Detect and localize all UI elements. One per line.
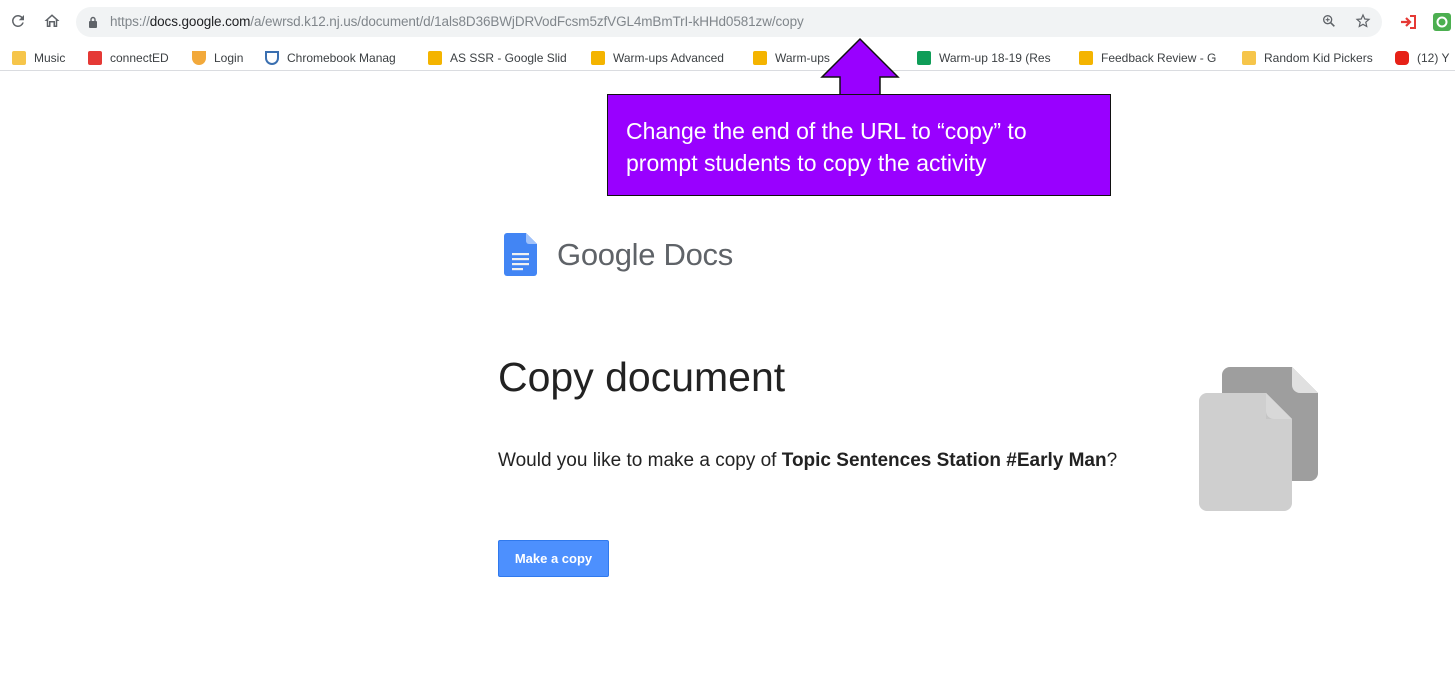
make-copy-button[interactable]: Make a copy xyxy=(498,540,609,577)
connected-icon xyxy=(88,51,102,65)
bookmark-item[interactable]: AS SSR - Google Slid xyxy=(428,49,567,67)
callout-box: Change the end of the URL to “copy” to p… xyxy=(607,94,1111,196)
callout-text: Change the end of the URL to “copy” to p… xyxy=(626,118,1027,176)
google-docs-icon xyxy=(504,233,537,276)
slides-icon xyxy=(1079,51,1093,65)
shield-icon xyxy=(265,51,279,65)
bookmark-item[interactable]: (12) Y xyxy=(1395,49,1449,67)
page-title: Copy document xyxy=(498,354,786,400)
bookmarks-bar: Music connectED Login Chromebook Manag A… xyxy=(0,44,1455,71)
copy-prompt: Would you like to make a copy of Topic S… xyxy=(498,450,1118,471)
lock-icon xyxy=(89,16,97,28)
bookmark-item[interactable]: Random Kid Pickers xyxy=(1242,49,1373,67)
bookmark-item[interactable]: Music xyxy=(12,49,65,67)
bookmark-item[interactable]: Warm-up 18-19 (Res xyxy=(917,49,1051,67)
bookmark-item[interactable]: Feedback Review - G xyxy=(1079,49,1216,67)
copy-documents-icon xyxy=(1199,367,1318,511)
bookmark-item[interactable]: Warm-ups Advanced xyxy=(591,49,724,67)
browser-toolbar: https://docs.google.com/a/ewrsd.k12.nj.u… xyxy=(0,0,1455,44)
slides-icon xyxy=(591,51,605,65)
extension-icon[interactable] xyxy=(1432,12,1452,32)
bookmark-item[interactable]: Login xyxy=(192,49,243,67)
youtube-icon xyxy=(1395,51,1409,65)
home-icon[interactable] xyxy=(42,12,62,32)
bookmark-item[interactable]: Chromebook Manag xyxy=(265,49,396,67)
slides-icon xyxy=(753,51,767,65)
folder-icon xyxy=(12,51,26,65)
sheets-icon xyxy=(917,51,931,65)
zoom-icon[interactable] xyxy=(1320,13,1338,31)
callout-arrow xyxy=(820,37,900,96)
bookmark-item[interactable]: Warm-ups xyxy=(753,49,830,67)
extension-icon[interactable] xyxy=(1398,12,1418,32)
star-icon[interactable] xyxy=(1354,13,1372,31)
address-bar[interactable]: https://docs.google.com/a/ewrsd.k12.nj.u… xyxy=(76,7,1382,37)
folder-icon xyxy=(1242,51,1256,65)
slides-icon xyxy=(428,51,442,65)
bookmark-item[interactable]: connectED xyxy=(88,49,169,67)
login-icon xyxy=(192,51,206,65)
url-text[interactable]: https://docs.google.com/a/ewrsd.k12.nj.u… xyxy=(110,14,804,29)
reload-icon[interactable] xyxy=(8,12,28,32)
google-docs-wordmark: Google Docs xyxy=(557,237,733,272)
document-name: Topic Sentences Station #Early Man xyxy=(781,450,1107,471)
